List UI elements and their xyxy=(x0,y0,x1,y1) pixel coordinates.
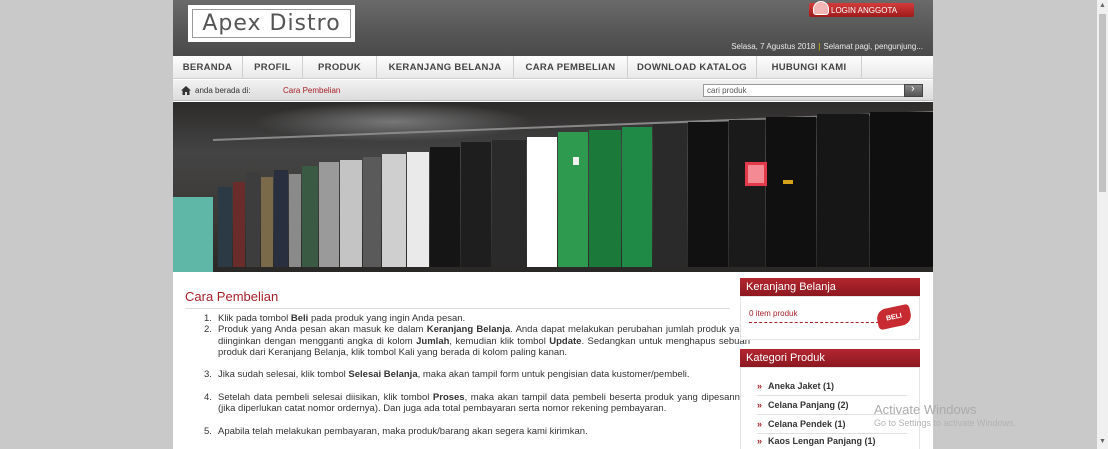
cart-badge-icon[interactable]: BELI xyxy=(875,303,913,331)
category-item[interactable]: » Celana Pendek (1) xyxy=(757,419,846,429)
site-header: Apex Distro LOGIN ANGGOTA Selasa, 7 Agus… xyxy=(173,0,933,56)
scrollbar-thumb[interactable] xyxy=(1099,14,1106,192)
user-icon xyxy=(813,1,829,15)
nav-item-hubungi-kami[interactable]: HUBUNGI KAMI xyxy=(757,56,862,79)
nav-item-beranda[interactable]: BERANDA xyxy=(173,56,243,79)
nav-item-keranjang-belanja[interactable]: KERANJANG BELANJA xyxy=(377,56,514,79)
hero-banner-image xyxy=(173,102,933,272)
chevron-right-icon: » xyxy=(757,419,763,429)
category-item[interactable]: » Aneka Jaket (1) xyxy=(757,381,834,391)
page: Apex Distro LOGIN ANGGOTA Selasa, 7 Agus… xyxy=(173,0,933,449)
breadcrumb-current[interactable]: Cara Pembelian xyxy=(283,86,340,95)
nav-item-cara-pembelian[interactable]: CARA PEMBELIAN xyxy=(514,56,628,79)
content-area: Cara Pembelian 1. Klik pada tombol Beli p… xyxy=(173,272,933,449)
nav-item-produk[interactable]: PRODUK xyxy=(303,56,377,79)
category-item[interactable]: » Celana Panjang (2) xyxy=(757,400,849,410)
login-label: LOGIN ANGGOTA xyxy=(831,5,898,15)
home-icon xyxy=(181,86,191,95)
breadcrumb-bar: anda berada di: Cara Pembelian xyxy=(173,80,933,101)
nav-item-profil[interactable]: PROFIL xyxy=(243,56,303,79)
login-button[interactable]: LOGIN ANGGOTA xyxy=(809,1,914,17)
cart-widget: 0 item produk BELI xyxy=(740,296,920,340)
category-widget-title: Kategori Produk xyxy=(740,349,920,367)
date-text: Selasa, 7 Agustus 2018 xyxy=(731,42,816,51)
page-title: Cara Pembelian xyxy=(185,289,279,304)
logo-text: Apex Distro xyxy=(192,9,351,38)
search-button[interactable] xyxy=(904,83,923,97)
greeting-text: Selamat pagi, pengunjung... xyxy=(823,42,923,51)
cart-item-count[interactable]: 0 item produk xyxy=(749,309,797,318)
breadcrumb-label: anda berada di: xyxy=(195,86,251,95)
category-item[interactable]: » Kaos Lengan Panjang (1) xyxy=(757,436,876,446)
nav-item-download-katalog[interactable]: DOWNLOAD KATALOG xyxy=(628,56,757,79)
list-item: 4. Setelah data pembeli selesai diisikan,… xyxy=(204,392,750,415)
cart-widget-title: Keranjang Belanja xyxy=(740,278,920,296)
activation-watermark-title: Activate Windows xyxy=(874,402,977,417)
purchase-steps-list: 1. Klik pada tombol Beli pada produk yang… xyxy=(204,313,750,437)
activation-watermark-subtitle: Go to Settings to activate Windows. xyxy=(874,418,1017,428)
scroll-down-arrow-icon[interactable]: ▼ xyxy=(1099,438,1106,445)
list-item: 1. Klik pada tombol Beli pada produk yang… xyxy=(204,313,466,324)
chevron-right-icon: » xyxy=(757,400,763,410)
chevron-right-icon: » xyxy=(757,436,763,446)
site-logo[interactable]: Apex Distro xyxy=(188,5,355,42)
chevron-right-icon: » xyxy=(757,381,763,391)
search-input[interactable] xyxy=(703,84,908,97)
list-item: 3. Jika sudah selesai, klik tombol Selesa… xyxy=(204,369,690,381)
list-item: 2. Produk yang Anda pesan akan masuk ke d… xyxy=(204,324,750,358)
scroll-up-arrow-icon[interactable]: ▲ xyxy=(1099,2,1106,9)
list-item: 5. Apabila telah melakukan pembayaran, ma… xyxy=(204,425,588,437)
date-greeting: Selasa, 7 Agustus 2018 | Selamat pagi, pen… xyxy=(731,42,923,51)
main-nav: BERANDA PROFIL PRODUK KERANJANG BELANJA … xyxy=(173,56,933,79)
